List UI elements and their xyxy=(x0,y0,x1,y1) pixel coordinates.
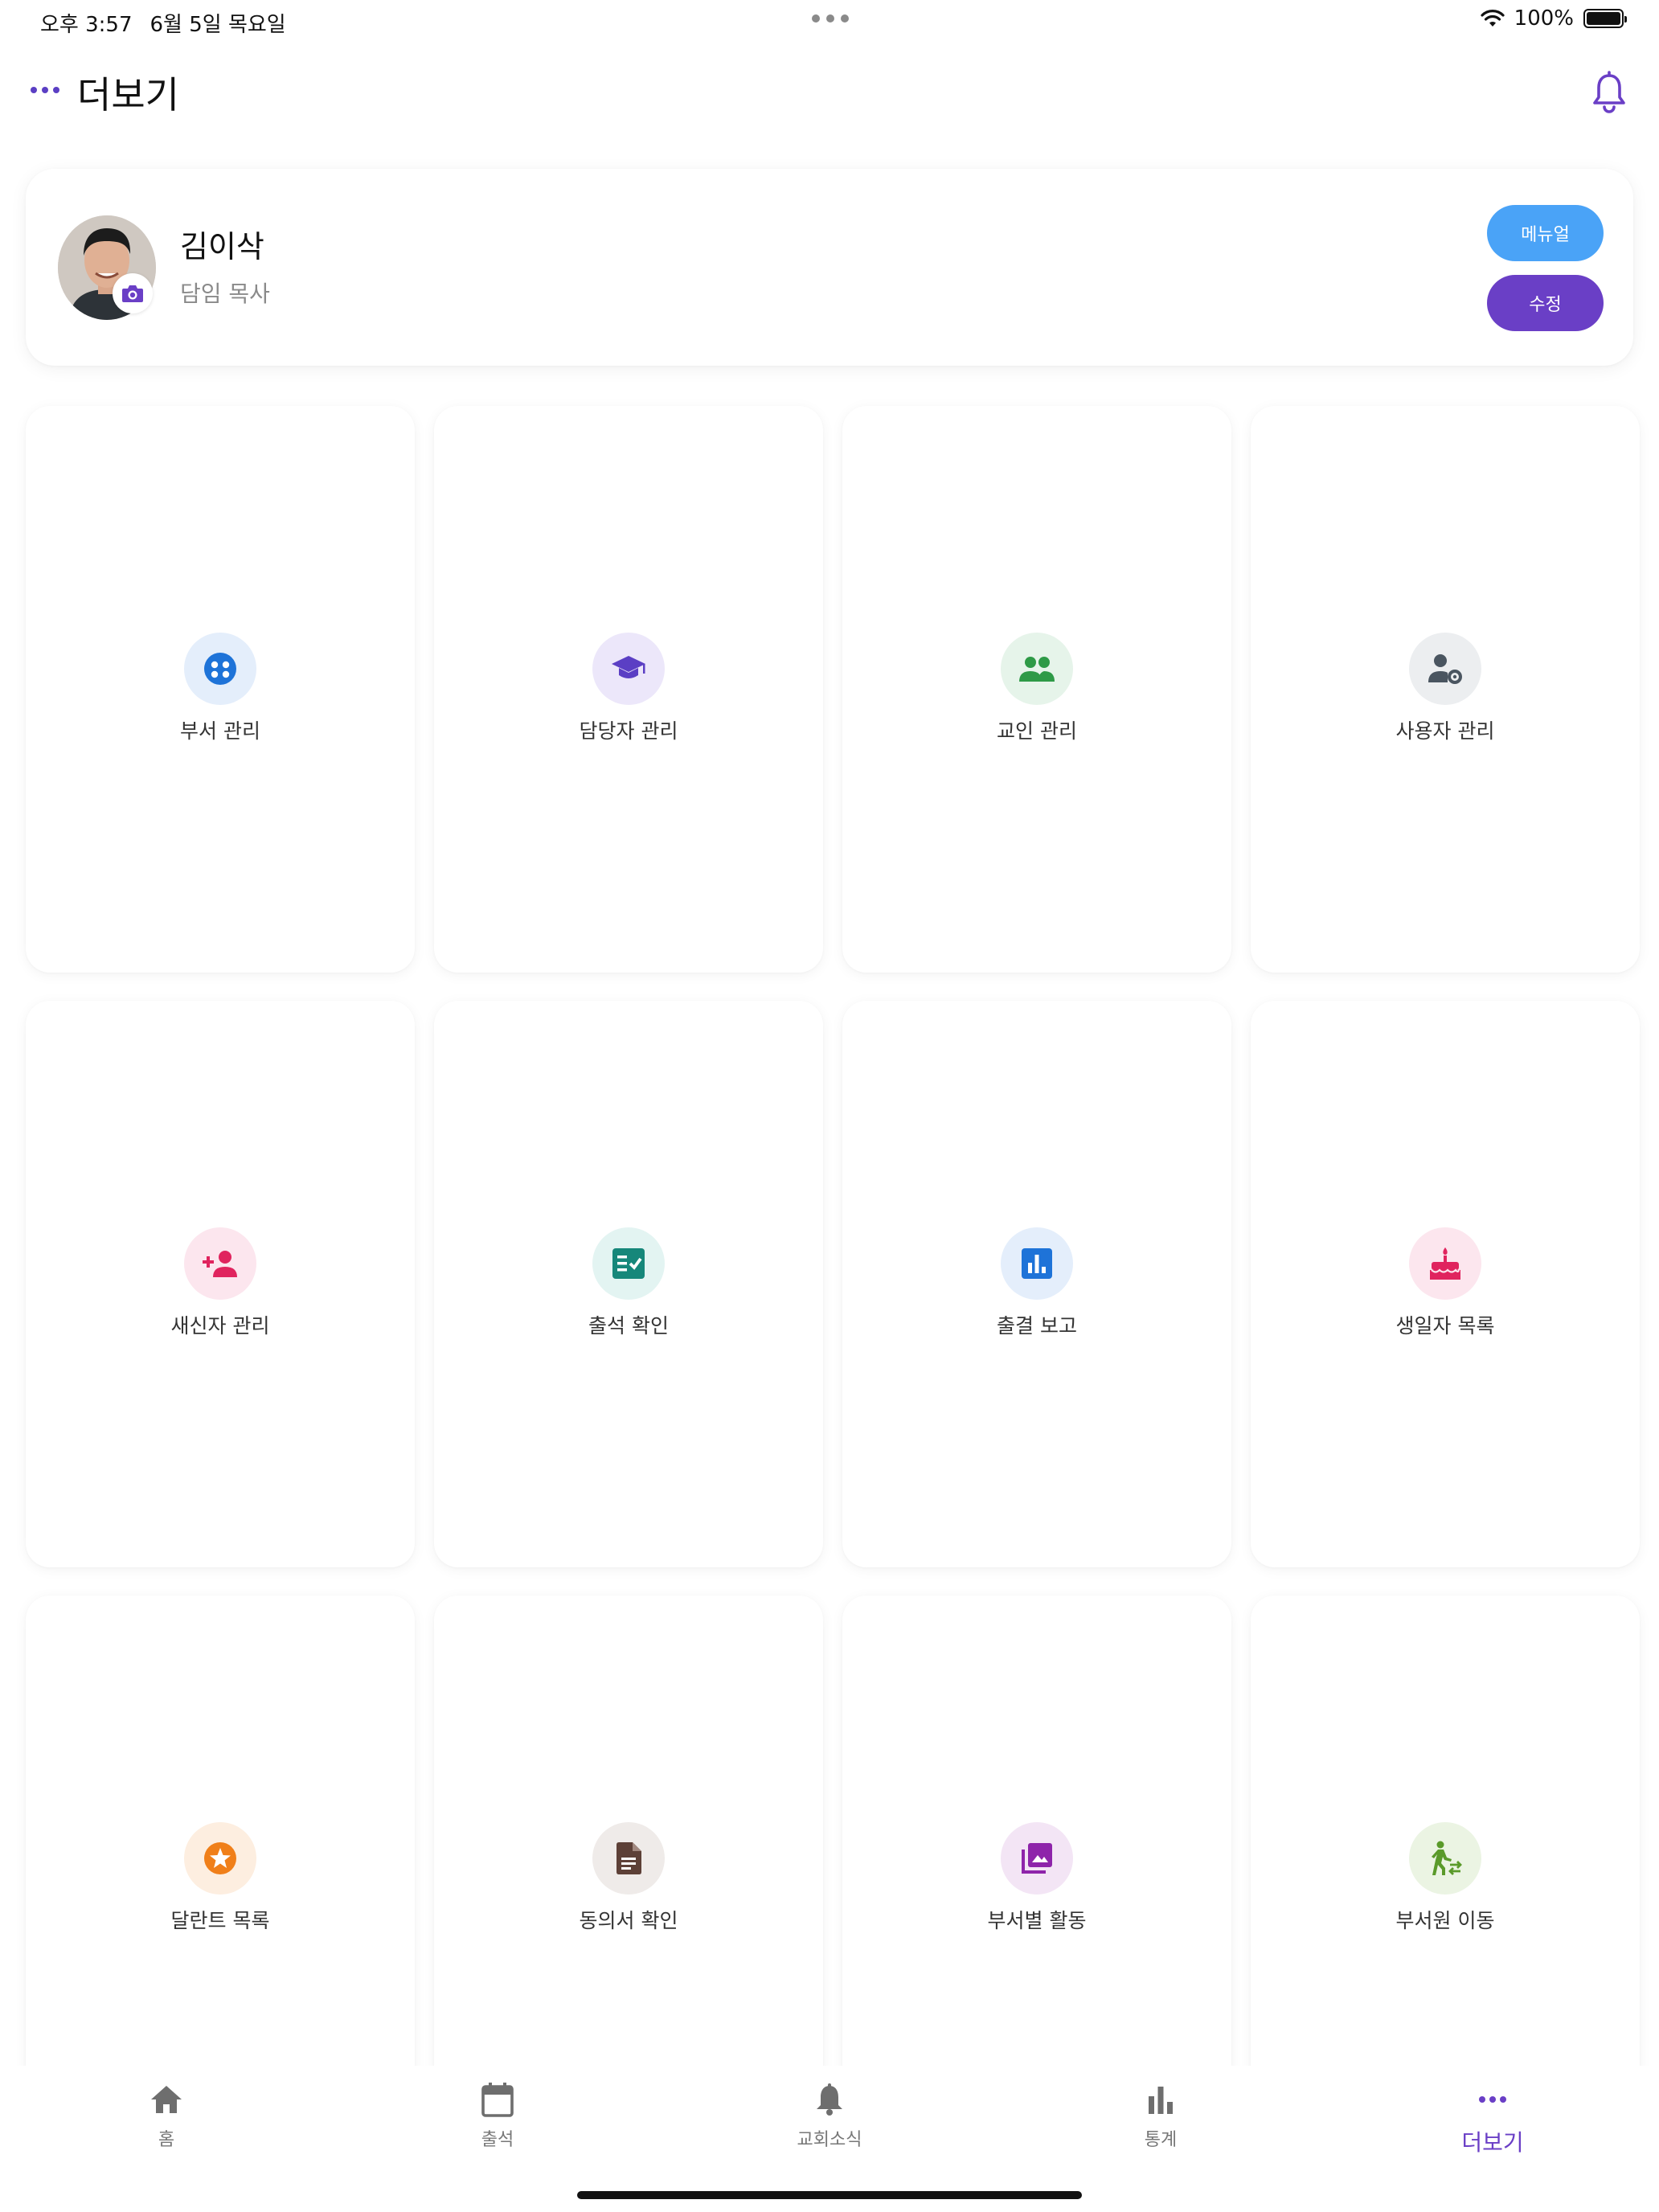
document-icon xyxy=(592,1822,665,1895)
nav-church-news[interactable]: 교회소식 xyxy=(749,2080,910,2151)
profile-card: 김이삭 담임 목사 메뉴얼 수정 xyxy=(26,169,1633,366)
bell-icon xyxy=(810,2080,849,2119)
battery-icon xyxy=(1583,9,1627,28)
nav-label: 통계 xyxy=(1144,2130,1178,2150)
tile-label: 부서원 이동 xyxy=(1395,1909,1495,1932)
bar-chart-box-icon xyxy=(1001,1227,1073,1300)
tile-member-manage[interactable]: 교인 관리 xyxy=(842,406,1231,973)
profile-role: 담임 목사 xyxy=(180,281,270,307)
tile-label: 동의서 확인 xyxy=(579,1909,678,1932)
cake-icon xyxy=(1409,1227,1481,1300)
nav-home[interactable]: 홈 xyxy=(86,2080,247,2151)
more-dots-icon xyxy=(1473,2080,1512,2119)
tile-label: 부서별 활동 xyxy=(987,1909,1087,1932)
tile-manager-manage[interactable]: 담당자 관리 xyxy=(434,406,823,973)
photo-library-icon xyxy=(1001,1822,1073,1895)
bar-chart-icon xyxy=(1141,2080,1180,2119)
nav-label: 출석 xyxy=(481,2130,514,2150)
tile-label: 사용자 관리 xyxy=(1395,719,1495,743)
tile-label: 담당자 관리 xyxy=(579,719,678,743)
calendar-icon xyxy=(478,2080,517,2119)
page-title: 더보기 xyxy=(77,73,179,117)
tile-user-manage[interactable]: 사용자 관리 xyxy=(1251,406,1640,973)
tile-attendance-report[interactable]: 출결 보고 xyxy=(842,1001,1231,1567)
star-badge-icon xyxy=(184,1822,256,1895)
home-indicator[interactable] xyxy=(577,2191,1082,2199)
tile-label: 교인 관리 xyxy=(997,719,1077,743)
tile-newcomer-manage[interactable]: 새신자 관리 xyxy=(26,1001,415,1567)
status-time: 오후 3:57 xyxy=(40,13,133,37)
wifi-icon xyxy=(1481,10,1505,27)
tile-department-manage[interactable]: 부서 관리 xyxy=(26,406,415,973)
tile-attendance-check[interactable]: 출석 확인 xyxy=(434,1001,823,1567)
user-settings-icon xyxy=(1409,633,1481,705)
tile-label: 부서 관리 xyxy=(180,719,260,743)
checklist-icon xyxy=(592,1227,665,1300)
header: 더보기 xyxy=(0,56,1659,129)
tile-label: 생일자 목록 xyxy=(1395,1314,1495,1337)
edit-profile-button[interactable]: 수정 xyxy=(1487,275,1604,331)
graduation-cap-icon xyxy=(592,633,665,705)
battery-percent: 100% xyxy=(1514,6,1574,31)
tile-birthday-list[interactable]: 생일자 목록 xyxy=(1251,1001,1640,1567)
home-icon xyxy=(147,2080,186,2119)
status-left: 오후 3:57 6월 5일 목요일 xyxy=(40,8,286,38)
more-dots-icon[interactable] xyxy=(31,87,59,93)
profile-name: 김이삭 xyxy=(180,229,264,264)
nav-label: 교회소식 xyxy=(797,2130,862,2150)
notification-bell-icon[interactable] xyxy=(1590,71,1628,114)
nav-label: 홈 xyxy=(158,2130,175,2150)
nav-label: 더보기 xyxy=(1461,2129,1524,2156)
transfer-walk-icon xyxy=(1409,1822,1481,1895)
nav-attendance[interactable]: 출석 xyxy=(417,2080,578,2151)
person-add-icon xyxy=(184,1227,256,1300)
status-right: 100% xyxy=(1481,6,1627,31)
nav-statistics[interactable]: 통계 xyxy=(1080,2080,1241,2151)
status-bar: 오후 3:57 6월 5일 목요일 100% xyxy=(0,0,1659,45)
status-date: 6월 5일 목요일 xyxy=(150,13,286,37)
tile-label: 출석 확인 xyxy=(588,1314,669,1337)
bottom-nav: 홈 출석 교회소식 통계 더보기 xyxy=(0,2066,1659,2212)
manual-button[interactable]: 메뉴얼 xyxy=(1487,205,1604,261)
tile-label: 새신자 관리 xyxy=(170,1314,270,1337)
tile-label: 달란트 목록 xyxy=(170,1909,270,1932)
camera-icon[interactable] xyxy=(113,273,153,313)
people-icon xyxy=(1001,633,1073,705)
nav-more[interactable]: 더보기 xyxy=(1412,2080,1573,2157)
groups-circle-icon xyxy=(184,633,256,705)
multitasking-dots-icon[interactable] xyxy=(812,14,849,23)
tile-label: 출결 보고 xyxy=(997,1314,1077,1337)
